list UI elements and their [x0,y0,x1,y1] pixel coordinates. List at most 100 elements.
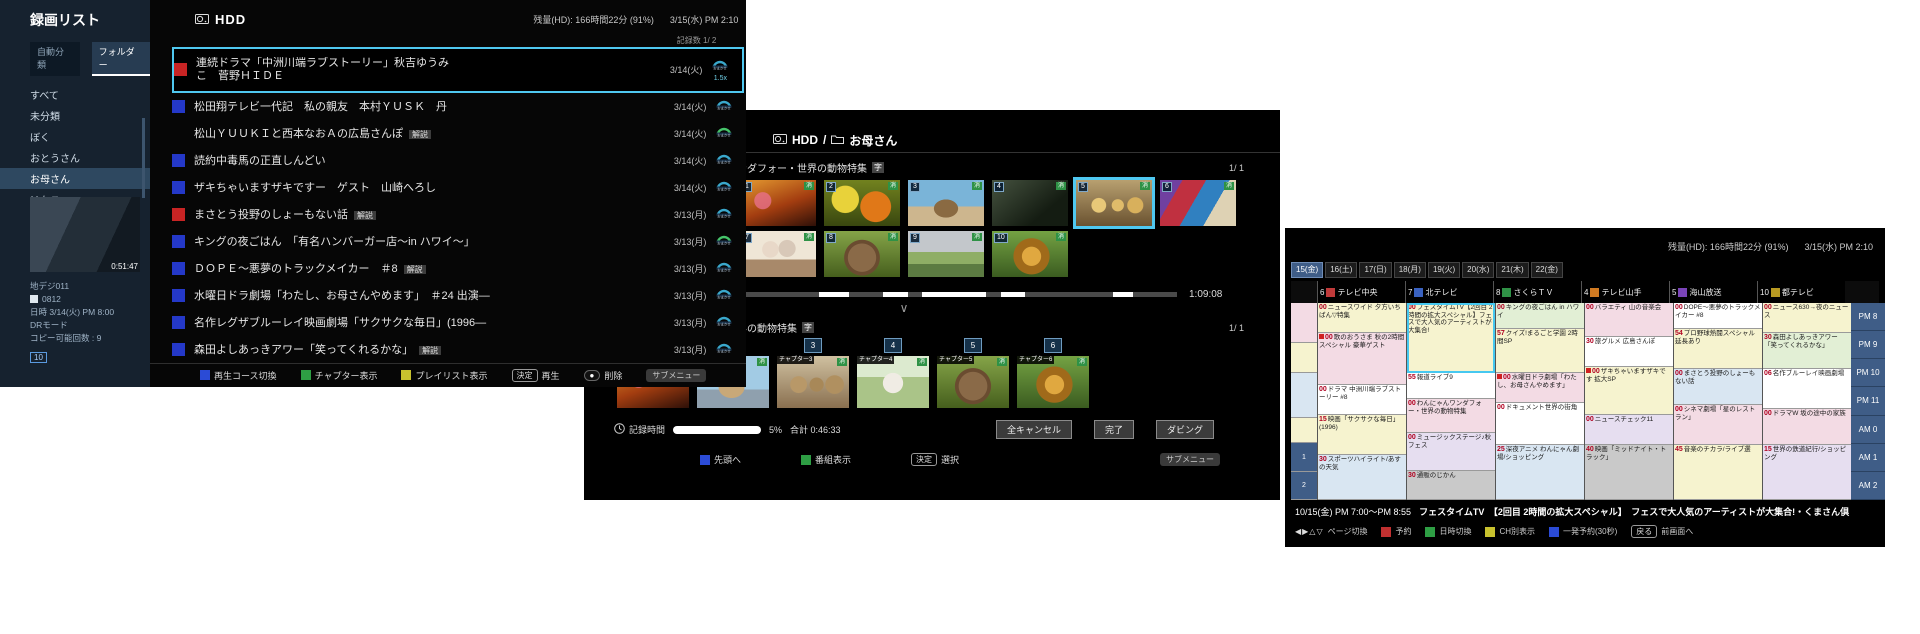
epg-cell[interactable]: 00キングの夜ごはん in ハワイ [1496,303,1584,329]
tab-auto-classify[interactable]: 自動分類 [30,42,80,76]
folder-item[interactable]: すべて [0,84,150,105]
epg-cell[interactable]: 00ドラマ 中洲川端ラブストーリー #8 [1318,385,1406,415]
sidebar-scrollbar[interactable] [142,118,145,198]
recording-row[interactable]: ＤＯＰＥ～悪夢のトラックメイカー ＃8解説3/13(月)おまかせ [172,255,746,282]
recording-row[interactable]: 名作レグザブルーレイ映画劇場「サクサクな毎日」(1996―3/13(月)おまかせ [172,309,746,336]
chapter-thumbnail[interactable]: 1消 [740,180,816,226]
time-label: AM 1 [1851,444,1885,472]
chapter-item[interactable]: 5チャプター5消 [937,338,1009,408]
epg-cell[interactable]: 06名作ブルーレイ映画劇場 [1763,369,1851,409]
program-title: ザキちゃいますザキですー ゲスト 山崎へろし [194,179,650,195]
program-genre-icon [172,100,185,113]
epg-cell[interactable]: 00ニュース630→夜のニュース [1763,303,1851,333]
epg-cell[interactable]: 00ドキュメント世界の街角 [1496,403,1584,445]
folder-item[interactable]: お母さん [0,168,150,189]
epg-cell[interactable]: 30通販のじかん [1407,471,1495,500]
button-hint-bar: ◀▶△▽ページ切換予約日時切換CH別表示一発予約(30秒)戻る前画面へ [1291,522,1879,538]
epg-cell[interactable]: 00ドラマW 坂の途中の家族 [1763,409,1851,445]
recording-row[interactable]: 読約中毒馬の正直しんどい3/14(火)おまかせ [172,147,746,174]
pager-arrows-icon: ◀▶△▽ [1295,527,1324,536]
recording-row[interactable]: 松田翔テレビ一代記 私の親友 本村ＹＵＳＫ 丹3/14(火)おまかせ [172,93,746,120]
epg-cell[interactable]: 40映画「ミッドナイト・トラック」 [1585,445,1673,500]
chapter-thumbnail[interactable]: 10消 [992,231,1068,277]
epg-cell[interactable]: 25深夜アニメ わんにゃん劇場/ショッピング [1496,445,1584,500]
epg-cell[interactable]: 30森田よしあっきアワー「笑ってくれるかな」 [1763,333,1851,369]
epg-column: 00DOPE～悪夢のトラックメイカー #854プロ野球熱闘スペシャル 延長あり0… [1673,303,1762,500]
delete-badge: 消 [1140,182,1150,190]
chapter-thumbnail[interactable]: 9消 [908,231,984,277]
date-tab[interactable]: 17(日) [1359,262,1391,278]
program-genre-icon [174,63,187,76]
folder-item[interactable]: おとうさん [0,147,150,168]
done-button[interactable]: 完了 [1094,420,1134,439]
epg-cell[interactable]: 00シネマ劇場「星のレストラン」 [1674,405,1762,445]
epg-cell[interactable]: 30スポーツハイライト/あすの天気 [1318,455,1406,500]
chapter-item[interactable]: 4チャプター4消 [857,338,929,408]
epg-cell[interactable]: 54プロ野球熱闘スペシャル 延長あり [1674,329,1762,369]
chapter-thumbnail[interactable]: 8消 [824,231,900,277]
recording-mark-icon [1586,368,1591,373]
recording-row[interactable]: 森田よしあっきアワー「笑ってくれるかな」解説3/13(月)おまかせ [172,336,746,363]
cell-title: 映画「サクサクな毎日」(1996) [1319,416,1399,431]
date-tab[interactable]: 22(金) [1531,262,1563,278]
recording-row[interactable]: キングの夜ごはん 「有名ハンバーガー店～in ハワイ～」3/13(月)おまかせ [172,228,746,255]
epg-cell[interactable]: 15世界の鉄道紀行/ショッピング [1763,445,1851,500]
composite-screenshot: 録画リスト 自動分類 フォルダー すべて未分類ぼくおとうさんお母さんはなこ 0:… [0,0,1920,634]
chapter-item[interactable]: 6チャプター6消 [1017,338,1089,408]
chapter-thumbnail[interactable]: 4消 [992,180,1068,226]
channel-number: 7 [1408,288,1412,297]
dubbing-button[interactable]: ダビング [1156,420,1214,439]
epg-cell[interactable]: 45音楽のチカラ/ライブ選 [1674,445,1762,500]
yellow-key-icon [1485,527,1495,537]
epg-cell[interactable]: 00ザキちゃいますザキです 拡大SP [1585,367,1673,415]
chapter-thumbnail[interactable]: 7消 [740,231,816,277]
cancel-all-button[interactable]: 全キャンセル [996,420,1072,439]
recording-row[interactable]: 水曜日ドラ劇場「わたし、お母さんやめます」 ＃24 出演―3/13(月)おまかせ [172,282,746,309]
epg-cell[interactable]: 00フェスタイムTV【2回目 2時間の拡大スペシャル】フェスで大人気のアーティス… [1407,303,1495,373]
chapter-item[interactable]: 3チャプター3消 [777,338,849,408]
folder-item[interactable]: 未分類 [0,105,150,126]
caption-tag: 解説 [404,265,426,274]
recording-row[interactable]: まさとう投野のしょーもない話解説3/13(月)おまかせ [172,201,746,228]
recording-row[interactable]: 連続ドラマ「中洲川端ラブストーリー」秋吉ゆうみこ 菅野ＨＩＤＥ3/14(火)おま… [172,47,744,93]
cell-start-time: 00 [1408,304,1416,311]
epg-cell[interactable]: 30旅グルメ 広島さんぽ [1585,337,1673,367]
recording-row[interactable]: ザキちゃいますザキですー ゲスト 山崎へろし3/14(火)おまかせ [172,174,746,201]
epg-cell[interactable]: 00DOPE～悪夢のトラックメイカー #8 [1674,303,1762,329]
folder-item[interactable]: ぼく [0,126,150,147]
epg-cell[interactable]: 00ニュースチェック11 [1585,415,1673,445]
epg-cell[interactable]: 00ミュージックステージ♪秋フェス [1407,433,1495,471]
epg-cell[interactable]: 00水曜日ドラ劇場「わたし、お母さんやめます」 [1496,373,1584,403]
program-title: 水曜日ドラ劇場「わたし、お母さんやめます」 ＃24 出演― [194,287,650,303]
epg-cell[interactable]: 55報道ライブ9 [1407,373,1495,399]
epg-cell[interactable]: 00まさとう投野のしょーもない話 [1674,369,1762,405]
epg-cell[interactable]: 00ニュースワイド 夕方いちばん▽特集 [1318,303,1406,333]
epg-cell[interactable]: 15映画「サクサクな毎日」(1996) [1318,415,1406,455]
date-tab[interactable]: 21(木) [1496,262,1528,278]
date-tab[interactable]: 19(火) [1428,262,1460,278]
epg-column: 00バラエティ 山の音楽会30旅グルメ 広島さんぽ00ザキちゃいますザキです 拡… [1584,303,1673,500]
clock-icon [614,423,625,436]
date-tab[interactable]: 20(水) [1462,262,1494,278]
chapter-thumbnail[interactable]: 3消 [908,180,984,226]
date-tab[interactable]: 16(土) [1325,262,1357,278]
cell-start-time: 00 [1764,304,1772,311]
delete-badge: 消 [1056,233,1066,241]
epg-cell[interactable]: 00歌のおうさま 秋の2時間スペシャル 豪華ゲスト [1318,333,1406,385]
cell-title: 森田よしあっきアワー「笑ってくれるかな」 [1764,334,1838,349]
chapter-thumbnail[interactable]: 6消 [1160,180,1236,226]
program-timeline[interactable] [687,292,1177,297]
epg-cell[interactable]: 57クイズ!まるごと学園 2時間SP [1496,329,1584,373]
chapter-thumbnail[interactable]: 2消 [824,180,900,226]
chapter-thumbnail[interactable]: 5消 [1076,180,1152,226]
date-tab[interactable]: 15(金) [1291,262,1323,278]
epg-cell[interactable]: 00わんにゃんワンダフォー・世界の動物特集 [1407,399,1495,433]
date-tab[interactable]: 18(月) [1394,262,1426,278]
thumbnail-number-badge: 5 [1078,182,1088,192]
recording-row[interactable]: 松山ＹＵＵＫＩと西本なおＡの広島さんぽ解説3/14(火)おまかせ [172,120,746,147]
tab-folder[interactable]: フォルダー [92,42,150,76]
epg-cell[interactable]: 00バラエティ 山の音楽会 [1585,303,1673,337]
hint-label: プレイリスト表示 [415,369,487,382]
omakase-icon: おまかせ [706,151,742,169]
device-label: HDD [215,12,246,27]
